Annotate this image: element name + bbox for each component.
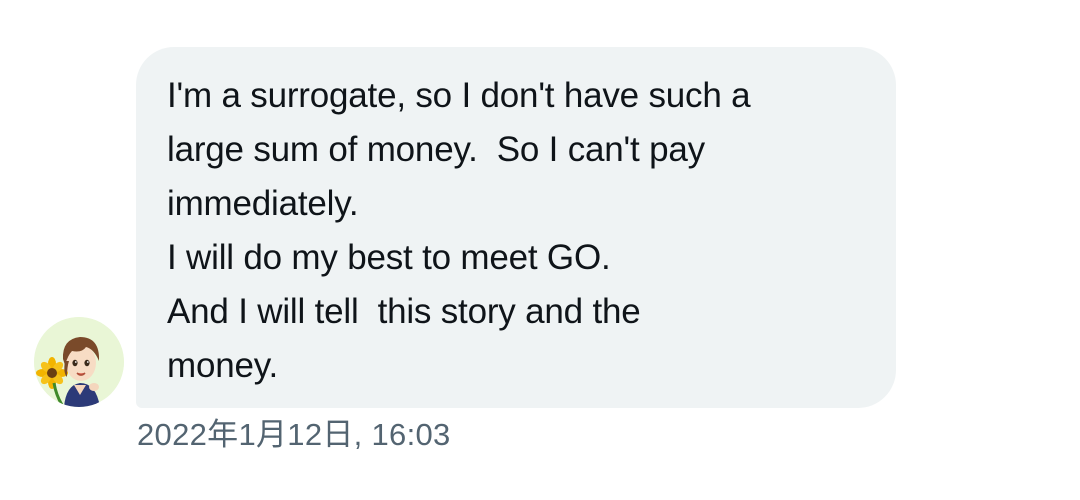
message-text-line: immediately. xyxy=(167,184,359,223)
user-avatar-illustration-icon xyxy=(34,317,124,407)
received-message: I'm a surrogate, so I don't have such a … xyxy=(0,0,1080,500)
message-bubble[interactable]: I'm a surrogate, so I don't have such a … xyxy=(136,47,896,408)
dm-conversation: I'm a surrogate, so I don't have such a … xyxy=(0,0,1080,500)
message-text-line: money. xyxy=(167,346,278,385)
message-text-line: large sum of money. So I can't pay xyxy=(167,130,705,169)
message-text-line: And I will tell this story and the xyxy=(167,292,641,331)
message-timestamp: 2022年1月12日, 16:03 xyxy=(137,417,451,452)
message-text-line: I'm a surrogate, so I don't have such a xyxy=(167,76,751,115)
message-text-line: I will do my best to meet GO. xyxy=(167,238,611,277)
sender-avatar[interactable] xyxy=(34,317,124,407)
